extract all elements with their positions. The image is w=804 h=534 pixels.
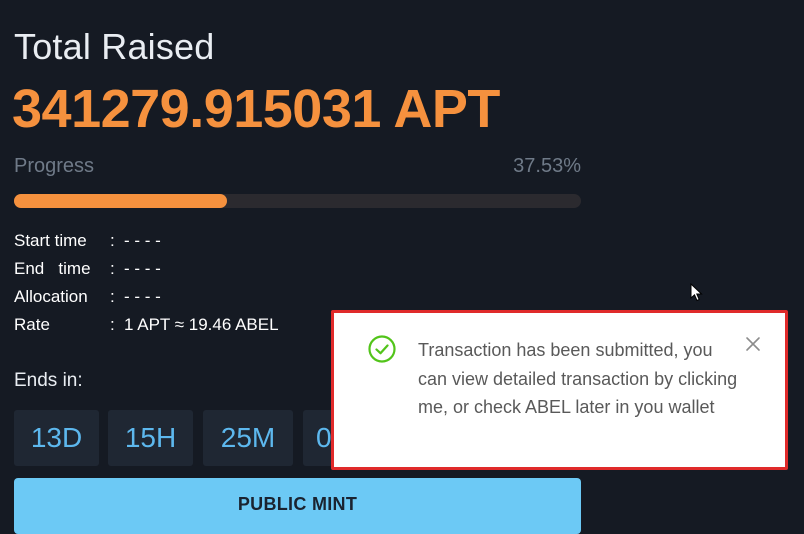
page-title: Total Raised [14,26,215,67]
start-time-value: - - - - [124,231,161,250]
start-time-row: Start time: - - - - [14,231,161,251]
rate-value: 1 APT ≈ 19.46 ABEL [124,315,279,334]
progress-bar-fill [14,194,227,208]
ends-in-label: Ends in: [14,370,83,391]
allocation-row: Allocation: - - - - [14,287,161,307]
check-circle-icon [368,335,396,363]
mouse-cursor-icon [690,283,703,302]
total-raised-amount: 341279.915031 APT [12,79,500,139]
end-time-label: End time [14,259,91,278]
allocation-label: Allocation [14,287,88,306]
separator: : [110,315,115,334]
toast-message[interactable]: Transaction has been submitted, you can … [418,336,738,422]
separator: : [110,259,115,278]
countdown-hours: 15H [108,410,193,466]
rate-label: Rate [14,315,50,334]
progress-bar [14,194,581,208]
transaction-toast[interactable]: Transaction has been submitted, you can … [331,310,788,470]
public-mint-button[interactable]: PUBLIC MINT [14,478,581,534]
close-icon[interactable] [744,335,762,353]
progress-percent: 37.53% [513,155,581,177]
separator: : [110,231,115,250]
end-time-row: End time: - - - - [14,259,161,279]
countdown-days: 13D [14,410,99,466]
progress-label: Progress [14,155,95,177]
countdown-minutes: 25M [203,410,293,466]
allocation-value: - - - - [124,287,161,306]
separator: : [110,287,115,306]
end-time-value: - - - - [124,259,161,278]
start-time-label: Start time [14,231,87,250]
rate-row: Rate:1 APT ≈ 19.46 ABEL [14,315,279,335]
